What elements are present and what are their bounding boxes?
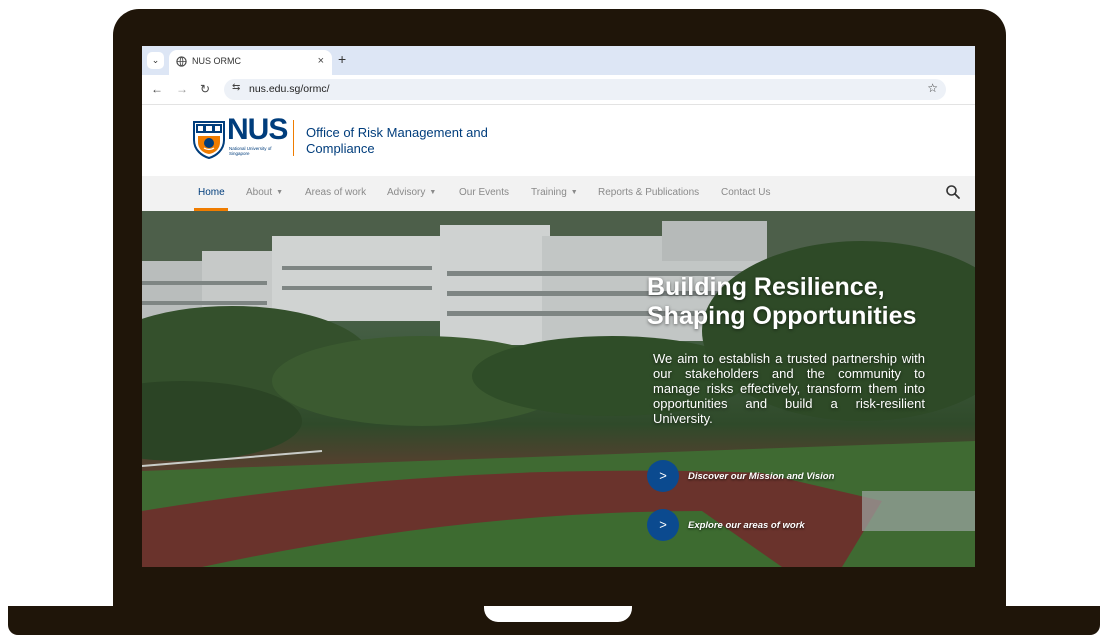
new-tab-button[interactable]: + [338,52,346,66]
forward-icon[interactable]: → [176,82,188,96]
tab-title: NUS ORMC [192,56,241,66]
nus-crest-icon[interactable] [192,120,226,160]
chevron-right-icon: > [647,509,679,541]
nav-item-our-events[interactable]: Our Events [459,187,509,198]
hero-banner: Building Resilience, Shaping Opportuniti… [142,211,975,567]
hero-title: Building Resilience, Shaping Opportuniti… [647,273,917,330]
discover-mission-label: Discover our Mission and Vision [688,470,835,482]
address-bar[interactable]: ⇆ nus.edu.sg/ormc/ ☆ [224,79,946,100]
browser-tabstrip: ⌄ NUS ORMC × + [142,46,975,75]
nav-item-contact-us[interactable]: Contact Us [721,187,770,198]
explore-areas-button[interactable]: > Explore our areas of work [647,509,805,541]
site-info-icon[interactable]: ⇆ [232,82,240,93]
nav-item-areas-of-work[interactable]: Areas of work [305,187,366,198]
nus-logo-text[interactable]: NUS [227,115,288,145]
browser-tab[interactable]: NUS ORMC × [169,50,332,75]
discover-mission-button[interactable]: > Discover our Mission and Vision [647,460,834,492]
laptop-screen: ⌄ NUS ORMC × + ← → ↻ ⇆ nus.edu.sg/ormc/ … [142,46,975,567]
search-icon[interactable] [945,184,961,200]
reload-icon[interactable]: ↻ [200,82,210,96]
main-navigation: Home About ▼ Areas of work Advisory ▼ Our … [142,176,975,211]
nav-item-reports-publications[interactable]: Reports & Publications [598,187,699,198]
laptop-notch [484,606,632,622]
site-header: NUS National University of Singapore Off… [142,106,975,176]
bookmark-star-icon[interactable]: ☆ [927,81,938,95]
logo-divider [293,120,294,156]
caret-down-icon: ▼ [429,189,437,196]
browser-toolbar: ← → ↻ ⇆ nus.edu.sg/ormc/ ☆ [142,75,975,105]
nav-item-about[interactable]: About ▼ [246,187,283,198]
tab-search-menu-icon[interactable]: ⌄ [147,52,164,69]
office-title[interactable]: Office of Risk Management and Compliance [306,125,526,157]
close-tab-icon[interactable]: × [318,55,324,67]
globe-icon [176,56,187,67]
nav-item-advisory[interactable]: Advisory ▼ [387,187,436,198]
nav-item-training[interactable]: Training ▼ [531,187,578,198]
caret-down-icon: ▼ [276,189,284,196]
back-icon[interactable]: ← [151,82,163,96]
nav-item-home[interactable]: Home [198,187,225,198]
nus-logo-subtext: National University of Singapore [229,146,272,156]
chevron-right-icon: > [647,460,679,492]
caret-down-icon: ▼ [570,189,578,196]
url-text[interactable]: nus.edu.sg/ormc/ [249,83,330,95]
hero-description: We aim to establish a trusted partnershi… [653,351,925,426]
explore-areas-label: Explore our areas of work [688,519,805,531]
